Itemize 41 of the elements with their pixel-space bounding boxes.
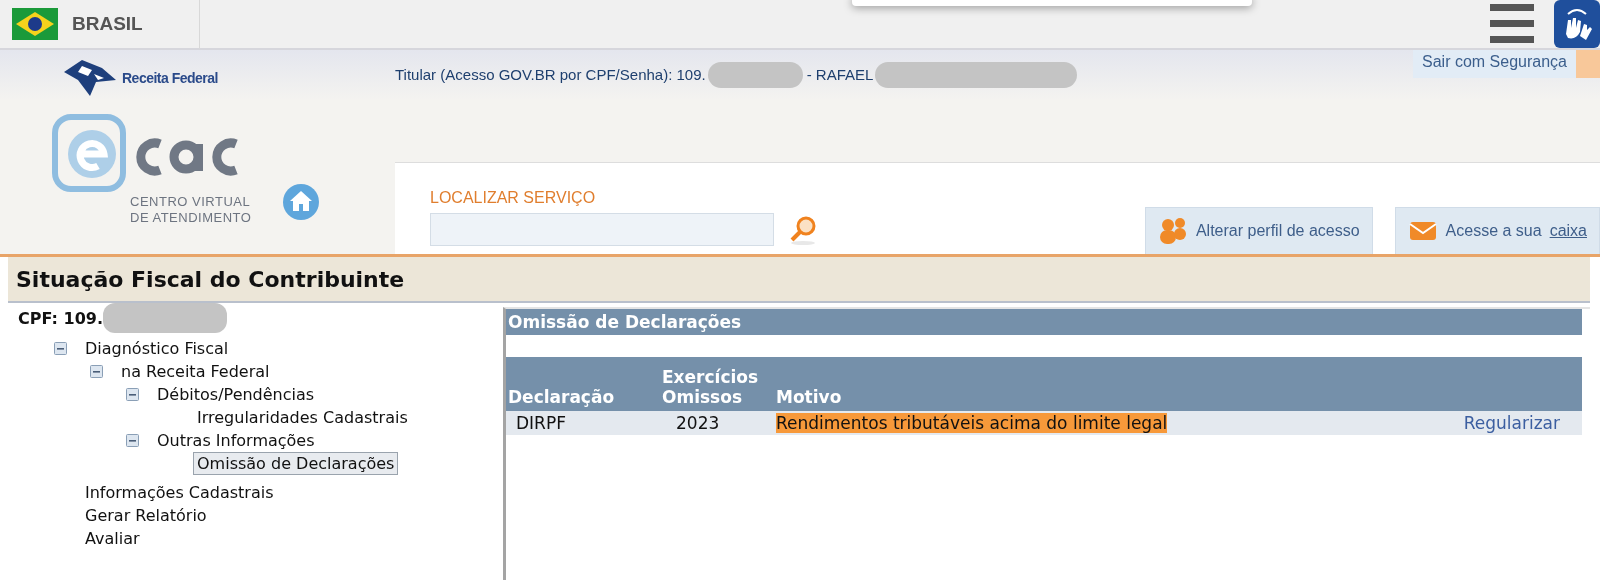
search-field[interactable] xyxy=(430,213,774,246)
tree-item[interactable]: Irregularidades Cadastrais xyxy=(193,406,412,429)
tree-item[interactable]: Outras Informações xyxy=(153,429,319,452)
column-header: Motivo xyxy=(774,357,1394,411)
action-button[interactable]: Acesse a sua caixa xyxy=(1394,207,1600,254)
tree-item[interactable]: Gerar Relatório xyxy=(81,504,211,527)
collapse-toggle-icon[interactable] xyxy=(90,365,103,378)
search-icon[interactable] xyxy=(788,214,818,245)
tree-item[interactable]: Informações Cadastrais xyxy=(81,481,278,504)
action-button[interactable]: Alterar perfil de acesso xyxy=(1144,207,1373,254)
panel-header: Omissão de Declarações xyxy=(506,309,1582,335)
tree-item[interactable]: Débitos/Pendências xyxy=(153,383,319,406)
table-cell: Rendimentos tributáveis acima do limite legal xyxy=(776,413,1168,433)
collapse-toggle-icon[interactable] xyxy=(126,434,139,447)
user-label: Titular (Acesso GOV.BR por CPF/Senha): 109. xyxy=(395,66,706,83)
menu-icon[interactable] xyxy=(1490,4,1534,44)
user-name: - RAFAEL xyxy=(806,66,874,83)
tree-item[interactable]: na Receita Federal xyxy=(117,360,274,383)
eagle-logo-icon xyxy=(62,58,118,98)
country-label: BRASIL xyxy=(72,13,143,35)
logo-subtitle: DE ATENDIMENTO xyxy=(130,210,252,226)
brand-name: Receita Federal xyxy=(122,70,218,86)
page-title: Situação Fiscal do Contribuinte xyxy=(16,266,405,292)
link[interactable]: caixa xyxy=(1549,222,1587,240)
cpf-label: CPF: 109. xyxy=(18,308,103,328)
home-icon[interactable] xyxy=(281,182,322,222)
tree-item[interactable]: Diagnóstico Fiscal xyxy=(81,337,233,360)
column-header: Declaração xyxy=(506,357,660,411)
search-label: LOCALIZAR SERVIÇO xyxy=(430,189,597,207)
table-cell: 2023 xyxy=(660,411,774,435)
tree-item[interactable]: Avaliar xyxy=(81,527,144,550)
people-icon xyxy=(1157,216,1188,246)
brazil-flag-icon xyxy=(12,8,58,40)
tree-item[interactable]: Omissão de Declarações xyxy=(193,452,399,475)
column-header: Exercícios Omissos xyxy=(660,357,774,411)
logo-subtitle: CENTRO VIRTUAL xyxy=(130,194,252,210)
hand-sign-icon[interactable] xyxy=(1554,0,1600,48)
collapse-toggle-icon[interactable] xyxy=(54,342,67,355)
collapse-toggle-icon[interactable] xyxy=(126,388,139,401)
table-cell: DIRPF xyxy=(506,411,660,435)
logout-link[interactable]: Sair com Segurança xyxy=(1413,50,1576,78)
